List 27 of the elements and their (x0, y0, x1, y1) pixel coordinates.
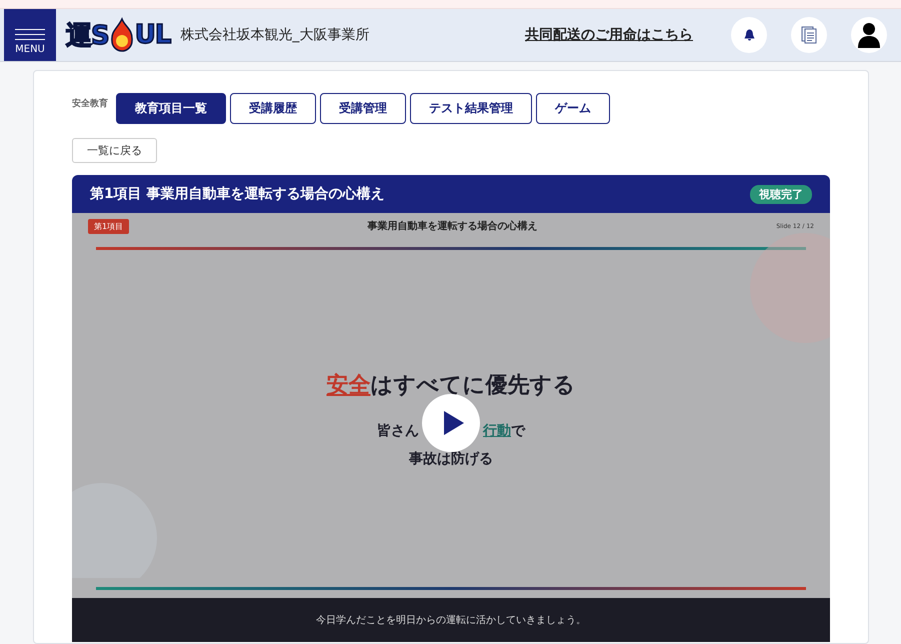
slide-text: 行動で (483, 422, 525, 440)
nav-tab[interactable]: ゲーム (536, 93, 610, 124)
documents-button[interactable] (791, 17, 827, 53)
nav-tab[interactable]: 教育項目一覧 (116, 93, 226, 124)
shared-delivery-link[interactable]: 共同配送のご用命はこちら (525, 26, 693, 44)
slide-title: 事業用自動車を運転する場合の心構え (368, 219, 538, 233)
play-icon (444, 410, 464, 435)
lesson-title: 第1項目 事業用自動車を運転する場合の心構え (90, 185, 385, 203)
status-badge: 視聴完了 (750, 184, 812, 204)
back-button[interactable]: 一覧に戻る (72, 138, 157, 163)
slide-text: 事故は防げる (409, 450, 493, 468)
slide-tag: 第1項目 (88, 218, 130, 234)
user-icon (857, 22, 881, 48)
caption-text: 今日学んだことを明日からの運転に活かしていきましょう。 (72, 598, 830, 642)
menu-button[interactable]: MENU (4, 9, 56, 61)
nav-tab[interactable]: 受講管理 (320, 93, 406, 124)
notification-button[interactable] (731, 17, 767, 53)
slide-headline: 安全はすべてに優先する (326, 372, 576, 400)
nav-tab[interactable]: 受講履歴 (230, 93, 316, 124)
user-button[interactable] (851, 17, 887, 53)
document-icon (801, 26, 817, 44)
logo[interactable]: 運S UL (66, 17, 170, 53)
slide-text: 皆さん (377, 422, 419, 440)
section-label: 安全教育 (72, 97, 108, 110)
bell-icon (744, 29, 754, 41)
nav-tab[interactable]: テスト結果管理 (410, 93, 532, 124)
company-name: 株式会社坂本観光_大阪事業所 (180, 26, 370, 44)
